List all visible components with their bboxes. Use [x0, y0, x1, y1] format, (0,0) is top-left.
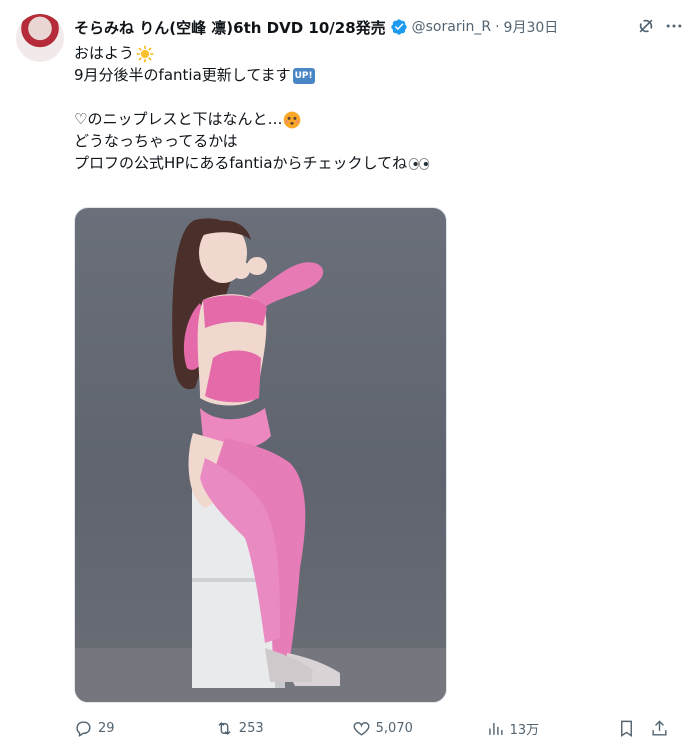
tweet-line-1: おはよう [74, 42, 674, 64]
reply-button[interactable]: 29 [74, 719, 215, 738]
sun-emoji-icon [136, 45, 154, 62]
eyes-emoji-icon [408, 157, 430, 170]
tweet-line-6: プロフの公式HPにあるfantiaからチェックしてね [74, 152, 674, 174]
more-icon[interactable] [664, 16, 684, 36]
tweet-line-3 [74, 86, 674, 108]
views-icon [488, 722, 503, 735]
tweet-line-2: 9月分後半のfantia更新してます UP! [74, 66, 315, 84]
reply-icon [76, 720, 91, 737]
separator-dot: · [495, 19, 500, 35]
tweet-header: そらみね りん(空峰 凛)6th DVD 10/28発売 @sorarin_R … [74, 14, 688, 40]
tweet-photo[interactable] [74, 207, 447, 703]
author-handle[interactable]: @sorarin_R [412, 19, 491, 35]
bookmark-icon [620, 720, 632, 737]
flushed-face-emoji-icon [284, 111, 301, 128]
views-count: 13万 [509, 722, 540, 738]
author-name[interactable]: そらみね りん(空峰 凛)6th DVD 10/28発売 [74, 17, 386, 38]
verified-badge-icon [390, 19, 407, 35]
like-count: 5,070 [375, 720, 413, 736]
tweet-line-4: ♡のニップレスと下はなんと… [74, 108, 674, 130]
share-icon [652, 719, 667, 736]
tweet-line-5: どうなっちゃってるかは [74, 132, 238, 150]
retweet-button[interactable]: 253 [215, 719, 352, 738]
author-avatar[interactable] [16, 14, 64, 62]
reply-count: 29 [98, 720, 115, 736]
tweet-text: おはよう 9月分後半のfantia更新してます UP! ♡のニップレスと下はなんと… [74, 42, 674, 174]
retweet-count: 253 [238, 720, 264, 736]
up-badge-icon: UP! [292, 67, 315, 84]
tweet-actions: 29 253 5,070 13万 [74, 716, 674, 740]
share-button[interactable] [650, 719, 674, 738]
views-button[interactable]: 13万 [486, 719, 617, 738]
retweet-icon [218, 721, 231, 735]
photo-illustration [75, 218, 446, 702]
bookmark-button[interactable] [617, 719, 650, 738]
like-button[interactable]: 5,070 [352, 719, 486, 738]
like-icon [353, 721, 370, 736]
grok-icon[interactable] [636, 16, 656, 36]
tweet-date[interactable]: 9月30日 [504, 17, 559, 37]
